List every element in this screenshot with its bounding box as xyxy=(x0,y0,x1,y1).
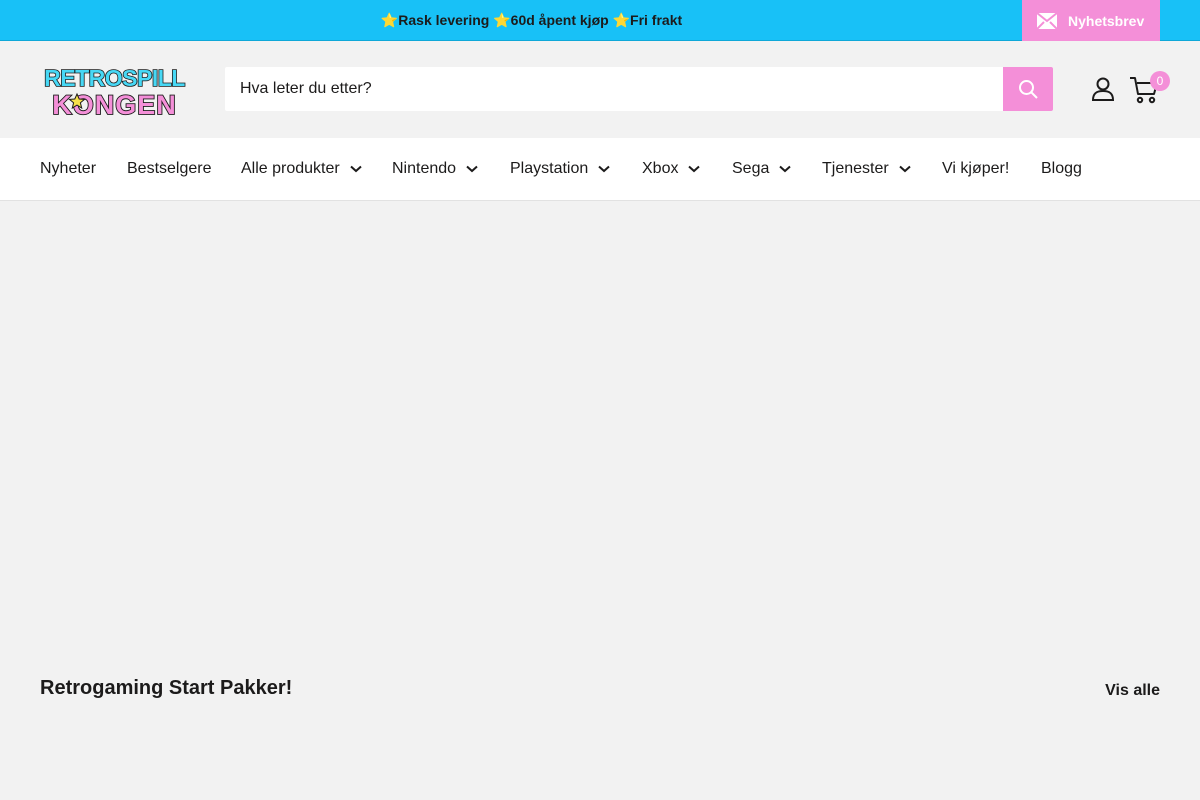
logo-line-1: RETROSPILL xyxy=(44,65,185,91)
main-navigation: Nyheter Bestselgere Alle produkter Ninte… xyxy=(0,138,1200,201)
star-icon: ⭐ xyxy=(612,12,631,28)
nav-item-label: Alle produkter xyxy=(241,160,340,177)
nav-item-label: Playstation xyxy=(510,160,589,177)
newsletter-label: Nyhetsbrev xyxy=(1068,12,1145,29)
nav-item-label: Vi kjøper! xyxy=(942,160,1010,177)
nav-item-label: Nintendo xyxy=(392,160,457,177)
nav-item-vi-kjoper[interactable]: Vi kjøper! xyxy=(942,160,1009,178)
nav-item-label: Sega xyxy=(732,160,770,177)
envelope-icon xyxy=(1037,12,1057,29)
announcement-text: ⭐Rask levering ⭐60d åpent kjøp ⭐Fri frak… xyxy=(0,12,1200,29)
nav-item-tjenester[interactable]: Tjenester xyxy=(822,160,911,178)
nav-item-bestselgere[interactable]: Bestselgere xyxy=(127,160,212,178)
logo-line-2: KONGEN xyxy=(52,90,177,118)
view-all-link[interactable]: Vis alle xyxy=(1105,682,1160,700)
site-header: RETROSPILL KONGEN 0 xyxy=(0,41,1200,138)
search-icon xyxy=(1019,80,1038,99)
nav-item-nyheter[interactable]: Nyheter xyxy=(40,160,96,178)
nav-item-playstation[interactable]: Playstation xyxy=(510,160,610,178)
search-button[interactable] xyxy=(1003,67,1053,111)
chevron-down-icon xyxy=(688,165,701,173)
cart-count-badge: 0 xyxy=(1150,71,1170,91)
nav-item-label: Xbox xyxy=(642,160,679,177)
chevron-down-icon xyxy=(899,165,911,173)
newsletter-button[interactable]: Nyhetsbrev xyxy=(1022,0,1160,41)
announcement-open-purchase: 60d åpent kjøp xyxy=(510,12,613,28)
nav-item-sega[interactable]: Sega xyxy=(732,160,792,178)
star-icon: ⭐ xyxy=(493,12,511,28)
chevron-down-icon xyxy=(350,165,362,173)
chevron-down-icon xyxy=(598,165,610,173)
announcement-bar: ⭐Rask levering ⭐60d åpent kjøp ⭐Fri frak… xyxy=(0,0,1200,41)
nav-item-label: Bestselgere xyxy=(127,160,212,177)
user-icon[interactable] xyxy=(1092,77,1114,101)
announcement-free-shipping: Fri frakt xyxy=(630,12,683,28)
nav-item-nintendo[interactable]: Nintendo xyxy=(392,160,478,178)
nav-item-alle-produkter[interactable]: Alle produkter xyxy=(241,160,362,178)
nav-item-blogg[interactable]: Blogg xyxy=(1041,160,1082,178)
nav-item-label: Nyheter xyxy=(40,160,97,177)
retrospillkongen-logo[interactable]: RETROSPILL KONGEN xyxy=(40,62,189,118)
collection-title: Retrogaming Start Pakker! xyxy=(40,677,293,699)
nav-item-label: Blogg xyxy=(1041,160,1082,177)
nav-item-label: Tjenester xyxy=(822,160,889,177)
star-icon: ⭐ xyxy=(380,12,399,28)
chevron-down-icon xyxy=(779,165,792,173)
announcement-fast-delivery: Rask levering xyxy=(398,12,494,28)
search-input[interactable] xyxy=(225,67,1003,111)
nav-item-xbox[interactable]: Xbox xyxy=(642,160,701,178)
chevron-down-icon xyxy=(466,165,478,173)
search-bar xyxy=(225,67,1053,111)
hero-slideshow xyxy=(0,201,1200,641)
